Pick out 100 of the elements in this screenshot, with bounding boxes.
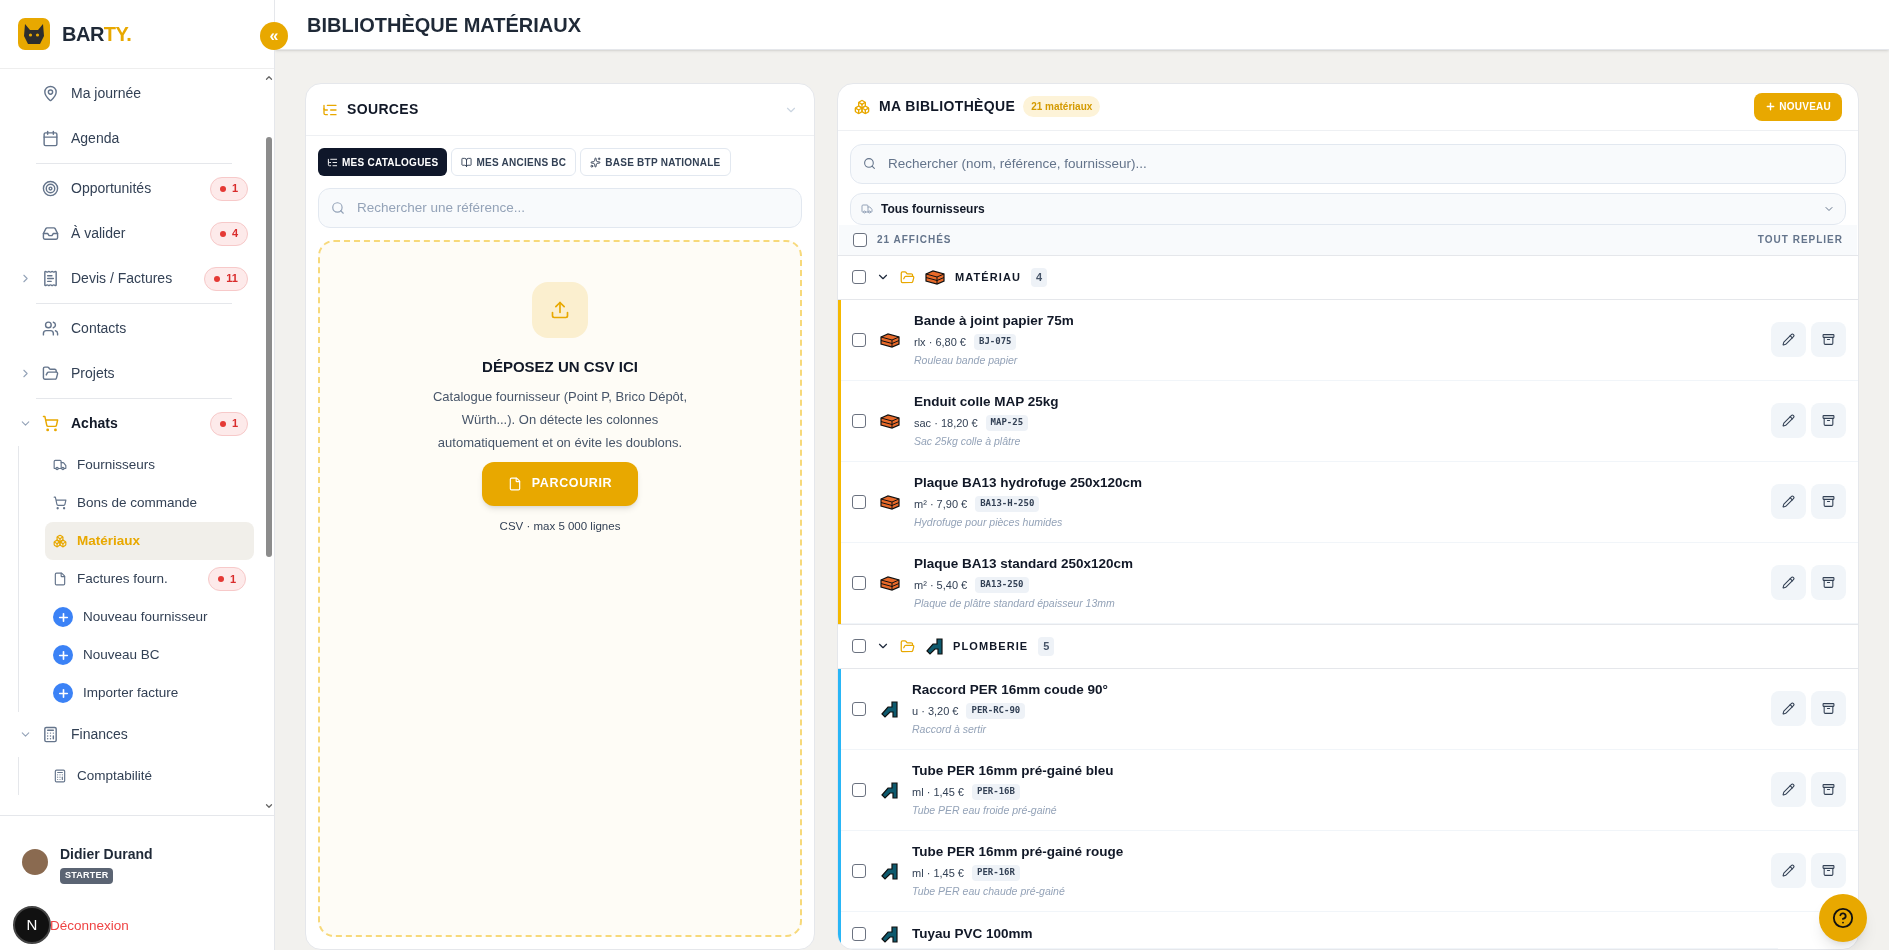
- archive-button[interactable]: [1811, 853, 1846, 889]
- checkbox[interactable]: [852, 413, 866, 428]
- nav-label: Importer facture: [83, 683, 179, 702]
- search-box[interactable]: Rechercher une référence...: [318, 188, 802, 228]
- dev-indicator-button[interactable]: N: [13, 906, 51, 944]
- source-tab[interactable]: MES CATALOGUES: [318, 148, 448, 176]
- nav-item[interactable]: Contacts: [14, 306, 254, 351]
- boxes-icon: [854, 99, 870, 115]
- material-row[interactable]: Tube PER 16mm pré-gainé bleu ml · 1,45 € PER-16B Tube PER eau froide pré-gainé: [841, 749, 1858, 831]
- nav-item[interactable]: Projets: [14, 351, 254, 396]
- source-tab[interactable]: MES ANCIENS BC: [451, 148, 577, 176]
- search-field[interactable]: Rechercher une référence...: [357, 197, 789, 219]
- logout-link[interactable]: Déconnexion: [50, 916, 129, 937]
- search-icon: [331, 201, 345, 215]
- nav-subitem[interactable]: Importer facture: [45, 674, 254, 712]
- material-price: u · 3,20 €: [912, 703, 959, 719]
- material-row[interactable]: Enduit colle MAP 25kg sac · 18,20 € MAP-25 Sac 25kg colle à plâtre: [841, 380, 1858, 462]
- material-name: Raccord PER 16mm coude 90°: [912, 680, 1108, 699]
- checkbox[interactable]: [852, 782, 866, 797]
- brick-icon: [880, 493, 900, 510]
- nav-label: À valider: [71, 224, 126, 243]
- edit-button[interactable]: [1771, 772, 1806, 808]
- archive-button[interactable]: [1811, 322, 1846, 358]
- material-row[interactable]: Tuyau PVC 100mm: [841, 911, 1778, 949]
- edit-button[interactable]: [1771, 853, 1806, 889]
- nav-item[interactable]: Ma journée: [14, 71, 254, 116]
- source-tab[interactable]: BASE BTP NATIONALE: [580, 148, 731, 176]
- csv-dropzone[interactable]: DÉPOSEZ UN CSV ICI Catalogue fournisseur (Point P, Brico Dépôt, Würth...). On détecte les colonnes automatiquement et on évite les doublons. PARCOURIR CSV · max 5 000 lignes: [318, 240, 802, 937]
- material-row[interactable]: Plaque BA13 hydrofuge 250x120cm m² · 7,90 € BA13-H-250 Hydrofuge pour pièces humides: [841, 461, 1858, 543]
- nav-subitem[interactable]: Nouveau BC: [45, 636, 254, 674]
- checkbox[interactable]: [852, 270, 866, 285]
- material-row[interactable]: Raccord PER 16mm coude 90° u · 3,20 € PER-RC-90 Raccord à sertir: [841, 668, 1858, 750]
- nav-subitem[interactable]: Fournisseurs: [45, 446, 254, 484]
- group-header[interactable]: MATÉRIAU 4: [838, 254, 1858, 300]
- count-badge: 11: [204, 266, 248, 291]
- archive-button[interactable]: [1811, 484, 1846, 520]
- brick-icon: [880, 574, 900, 591]
- archive-button[interactable]: [1811, 403, 1846, 439]
- edit-button[interactable]: [1771, 565, 1806, 601]
- count-badge: 1: [209, 176, 248, 201]
- folder-icon: [900, 269, 915, 285]
- material-row[interactable]: Bande à joint papier 75m rlx · 6,80 € BJ-075 Rouleau bande papier: [841, 299, 1858, 381]
- nav-icon: [42, 85, 59, 102]
- nav-item[interactable]: Finances: [14, 712, 254, 757]
- edit-button[interactable]: [1771, 484, 1806, 520]
- supplier-dropdown[interactable]: Tous fournisseurs: [850, 193, 1846, 225]
- nav-subitem[interactable]: Factures fourn. 1: [45, 560, 254, 598]
- material-price: m² · 5,40 €: [914, 577, 968, 593]
- nav-label: Ma journée: [71, 84, 142, 103]
- checkbox[interactable]: [852, 639, 866, 654]
- reference-tag: PER-RC-90: [966, 703, 1026, 719]
- nav-item[interactable]: Devis / Factures 11: [14, 256, 254, 301]
- nav-item[interactable]: Agenda: [14, 116, 254, 161]
- page-title: BIBLIOTHÈQUE MATÉRIAUX: [307, 12, 582, 38]
- nav-subitem[interactable]: Bons de commande: [45, 484, 254, 522]
- group-count: 5: [1038, 637, 1055, 656]
- archive-button[interactable]: [1811, 772, 1846, 808]
- group-header[interactable]: PLOMBERIE 5: [838, 623, 1858, 669]
- scroll-down-icon[interactable]: [264, 801, 274, 811]
- checkbox[interactable]: [852, 575, 866, 590]
- nav-item[interactable]: À valider 4: [14, 211, 254, 256]
- avatar: [22, 849, 48, 875]
- pencil-icon: [1782, 333, 1795, 347]
- edit-button[interactable]: [1771, 691, 1806, 727]
- nav-subitem[interactable]: Nouveau fournisseur: [45, 598, 254, 636]
- nav-label: Nouveau fournisseur: [83, 607, 208, 626]
- nav-icon: [53, 769, 67, 783]
- scroll-up-icon[interactable]: [264, 73, 274, 83]
- material-price: ml · 1,45 €: [912, 784, 964, 800]
- nav-item[interactable]: Achats 1: [14, 401, 254, 446]
- archive-icon: [1822, 495, 1835, 509]
- search-box[interactable]: Rechercher (nom, référence, fournisseur)...: [850, 144, 1846, 184]
- plan-badge: STARTER: [60, 868, 114, 884]
- nav-label: Comptabilité: [77, 766, 153, 785]
- shown-count: 21 AFFICHÉS: [877, 232, 952, 248]
- dropzone-description: Catalogue fournisseur (Point P, Brico Dépôt, Würth...). On détecte les colonnes automatiquement et on évite les doublons.: [431, 387, 689, 452]
- nav-label: Opportunités: [71, 179, 152, 198]
- archive-button[interactable]: [1811, 565, 1846, 601]
- checkbox[interactable]: [852, 332, 866, 347]
- nav-label: Agenda: [71, 129, 120, 148]
- search-field[interactable]: Rechercher (nom, référence, fournisseur)...: [888, 153, 1833, 175]
- edit-button[interactable]: [1771, 322, 1806, 358]
- material-row[interactable]: Plaque BA13 standard 250x120cm m² · 5,40 € BA13-250 Plaque de plâtre standard épaisseur 13mm: [841, 542, 1858, 624]
- archive-button[interactable]: [1811, 691, 1846, 727]
- checkbox[interactable]: [853, 232, 867, 247]
- checkbox[interactable]: [852, 926, 866, 941]
- material-name: Plaque BA13 hydrofuge 250x120cm: [914, 473, 1143, 492]
- checkbox[interactable]: [852, 494, 866, 509]
- checkbox[interactable]: [852, 863, 866, 878]
- collapse-all-link[interactable]: TOUT REPLIER: [1757, 232, 1843, 248]
- pencil-icon: [1782, 702, 1795, 716]
- checkbox[interactable]: [852, 701, 866, 716]
- group-name: MATÉRIAU: [955, 270, 1022, 285]
- edit-button[interactable]: [1771, 403, 1806, 439]
- nav-subitem[interactable]: Comptabilité: [45, 757, 254, 795]
- reference-tag: PER-16B: [971, 784, 1020, 800]
- nav-label: Factures fourn.: [77, 569, 168, 588]
- dropzone-note: CSV · max 5 000 lignes: [499, 518, 621, 534]
- nav-item[interactable]: Opportunités 1: [14, 166, 254, 211]
- reference-tag: MAP-25: [985, 415, 1029, 431]
